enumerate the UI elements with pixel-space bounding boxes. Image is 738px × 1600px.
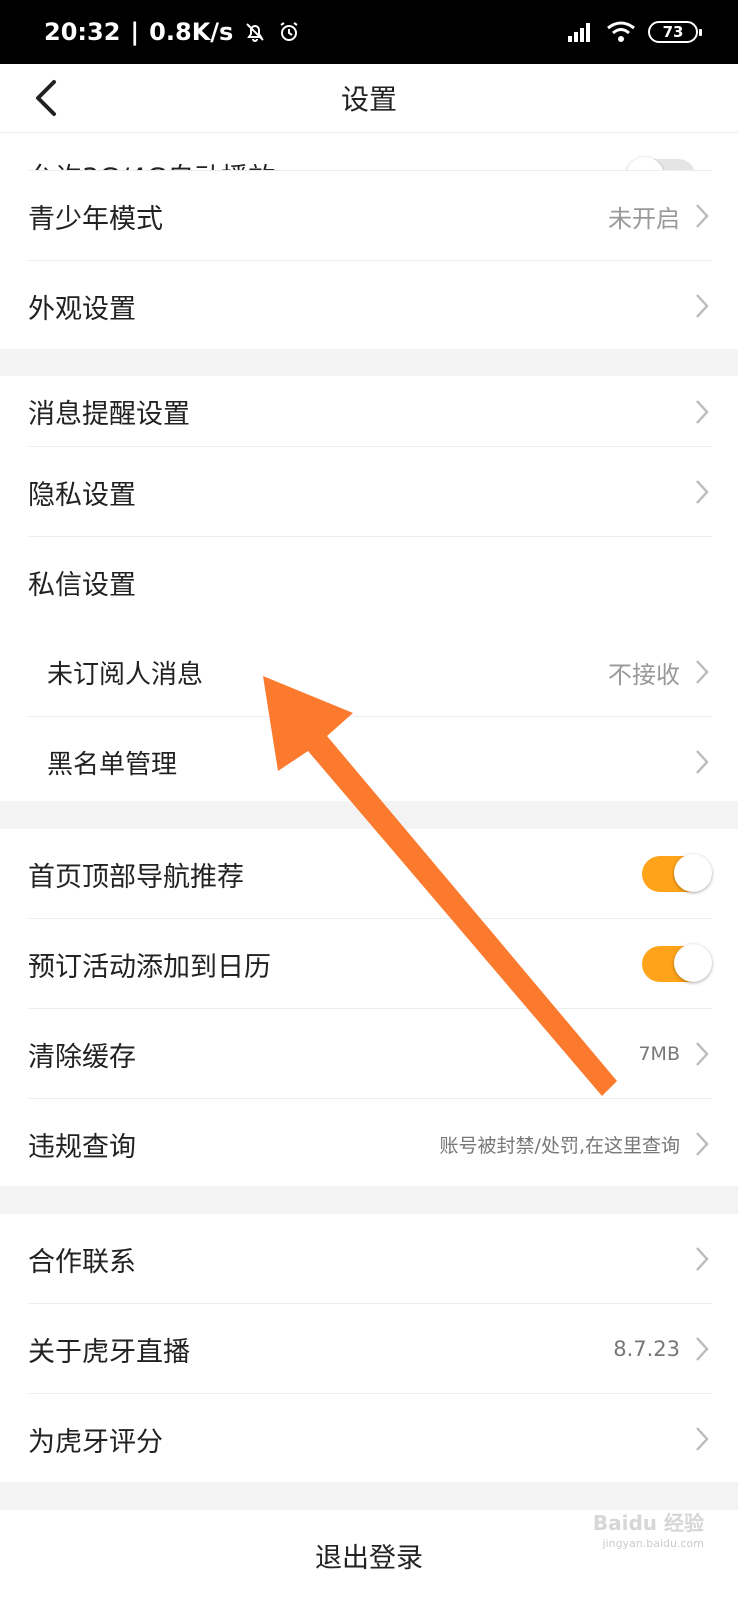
page-title: 设置	[340, 83, 397, 116]
about-row[interactable]: 关于虎牙直播 8.7.23	[0, 1304, 738, 1394]
watermark-sub: jingyan.baidu.com	[602, 1537, 704, 1550]
home-nav-recommend-label: 首页顶部导航推荐	[28, 861, 244, 893]
clear-cache-row[interactable]: 清除缓存 7MB	[0, 1009, 738, 1099]
settings-screen: 20:32 | 0.8K/s 73 设置 青少年模式 未开启 外观设置 消息提醒…	[0, 0, 738, 1600]
calendar-add-toggle[interactable]	[642, 944, 712, 982]
notification-settings-label: 消息提醒设置	[28, 399, 190, 430]
battery-indicator: 73	[648, 21, 702, 43]
chevron-right-icon	[694, 658, 710, 686]
unsubscribed-messages-value: 不接收	[608, 660, 680, 689]
notification-settings-row[interactable]: 消息提醒设置	[0, 376, 738, 447]
status-bar: 20:32 | 0.8K/s 73	[0, 0, 738, 64]
chevron-right-icon	[694, 1245, 710, 1273]
teen-mode-value: 未开启	[608, 204, 680, 233]
section-messages: 消息提醒设置 隐私设置 私信设置 未订阅人消息 不接收 黑名单管理	[0, 376, 738, 801]
blacklist-row[interactable]: 黑名单管理	[0, 717, 738, 807]
chevron-right-icon	[694, 1040, 710, 1068]
alarm-icon	[277, 20, 301, 44]
clear-cache-label: 清除缓存	[28, 1041, 136, 1073]
chevron-left-icon	[36, 80, 56, 116]
status-left: 20:32 | 0.8K/s	[44, 18, 301, 46]
cooperation-row[interactable]: 合作联系	[0, 1214, 738, 1304]
top-nav-bar: 设置	[0, 64, 738, 133]
teen-mode-row[interactable]: 青少年模式 未开启	[0, 171, 738, 261]
blacklist-label: 黑名单管理	[47, 749, 178, 780]
violation-query-hint: 账号被封禁/处罚,在这里查询	[439, 1134, 680, 1157]
appearance-row[interactable]: 外观设置	[0, 261, 738, 349]
about-label: 关于虎牙直播	[28, 1336, 190, 1368]
privacy-settings-row[interactable]: 隐私设置	[0, 447, 738, 537]
home-nav-recommend-toggle[interactable]	[642, 854, 712, 892]
appearance-label: 外观设置	[28, 293, 136, 325]
violation-query-label: 违规查询	[28, 1131, 136, 1163]
chevron-right-icon	[694, 748, 710, 776]
signal-icon	[564, 20, 594, 44]
status-separator: |	[130, 18, 140, 46]
calendar-add-row: 预订活动添加到日历	[0, 919, 738, 1009]
autoplay-row[interactable]: 允许3G/4G自动播放	[0, 133, 738, 171]
chevron-right-icon	[694, 292, 710, 320]
app-version-value: 8.7.23	[613, 1337, 680, 1361]
chevron-right-icon	[694, 478, 710, 506]
home-nav-recommend-row: 首页顶部导航推荐	[0, 829, 738, 919]
mute-bell-icon	[243, 20, 267, 44]
status-time: 20:32	[44, 18, 121, 46]
private-message-settings-label: 私信设置	[28, 569, 136, 601]
chevron-right-icon	[694, 1335, 710, 1363]
unsubscribed-messages-row[interactable]: 未订阅人消息 不接收	[0, 627, 738, 717]
unsubscribed-messages-label: 未订阅人消息	[47, 659, 204, 690]
status-network-speed: 0.8K/s	[149, 18, 234, 46]
chevron-right-icon	[694, 1425, 710, 1453]
battery-level: 73	[662, 23, 684, 41]
section-general: 首页顶部导航推荐 预订活动添加到日历 清除缓存 7MB 违规查询 账号被封禁/处…	[0, 829, 738, 1186]
privacy-settings-label: 隐私设置	[28, 479, 136, 511]
section-about: 合作联系 关于虎牙直播 8.7.23 为虎牙评分	[0, 1214, 738, 1482]
private-message-settings-row: 私信设置	[0, 537, 738, 627]
violation-query-row[interactable]: 违规查询 账号被封禁/处罚,在这里查询	[0, 1099, 738, 1189]
status-right: 73	[564, 20, 702, 44]
rate-app-row[interactable]: 为虎牙评分	[0, 1394, 738, 1484]
autoplay-label: 允许3G/4G自动播放	[28, 156, 628, 171]
rate-app-label: 为虎牙评分	[28, 1426, 163, 1458]
teen-mode-label: 青少年模式	[28, 203, 163, 235]
calendar-add-label: 预订活动添加到日历	[28, 951, 271, 983]
wifi-icon	[606, 20, 636, 44]
baidu-watermark: Baidu 经验 jingyan.baidu.com	[592, 1507, 704, 1550]
logout-label: 退出登录	[315, 1542, 423, 1574]
chevron-right-icon	[694, 202, 710, 230]
chevron-right-icon	[694, 1130, 710, 1158]
back-button[interactable]	[26, 78, 66, 118]
cache-size-value: 7MB	[638, 1043, 680, 1065]
chevron-right-icon	[694, 398, 710, 426]
cooperation-label: 合作联系	[28, 1246, 136, 1278]
watermark-text: Baidu 经验	[592, 1511, 704, 1535]
section-playback: 允许3G/4G自动播放 青少年模式 未开启 外观设置	[0, 133, 738, 349]
